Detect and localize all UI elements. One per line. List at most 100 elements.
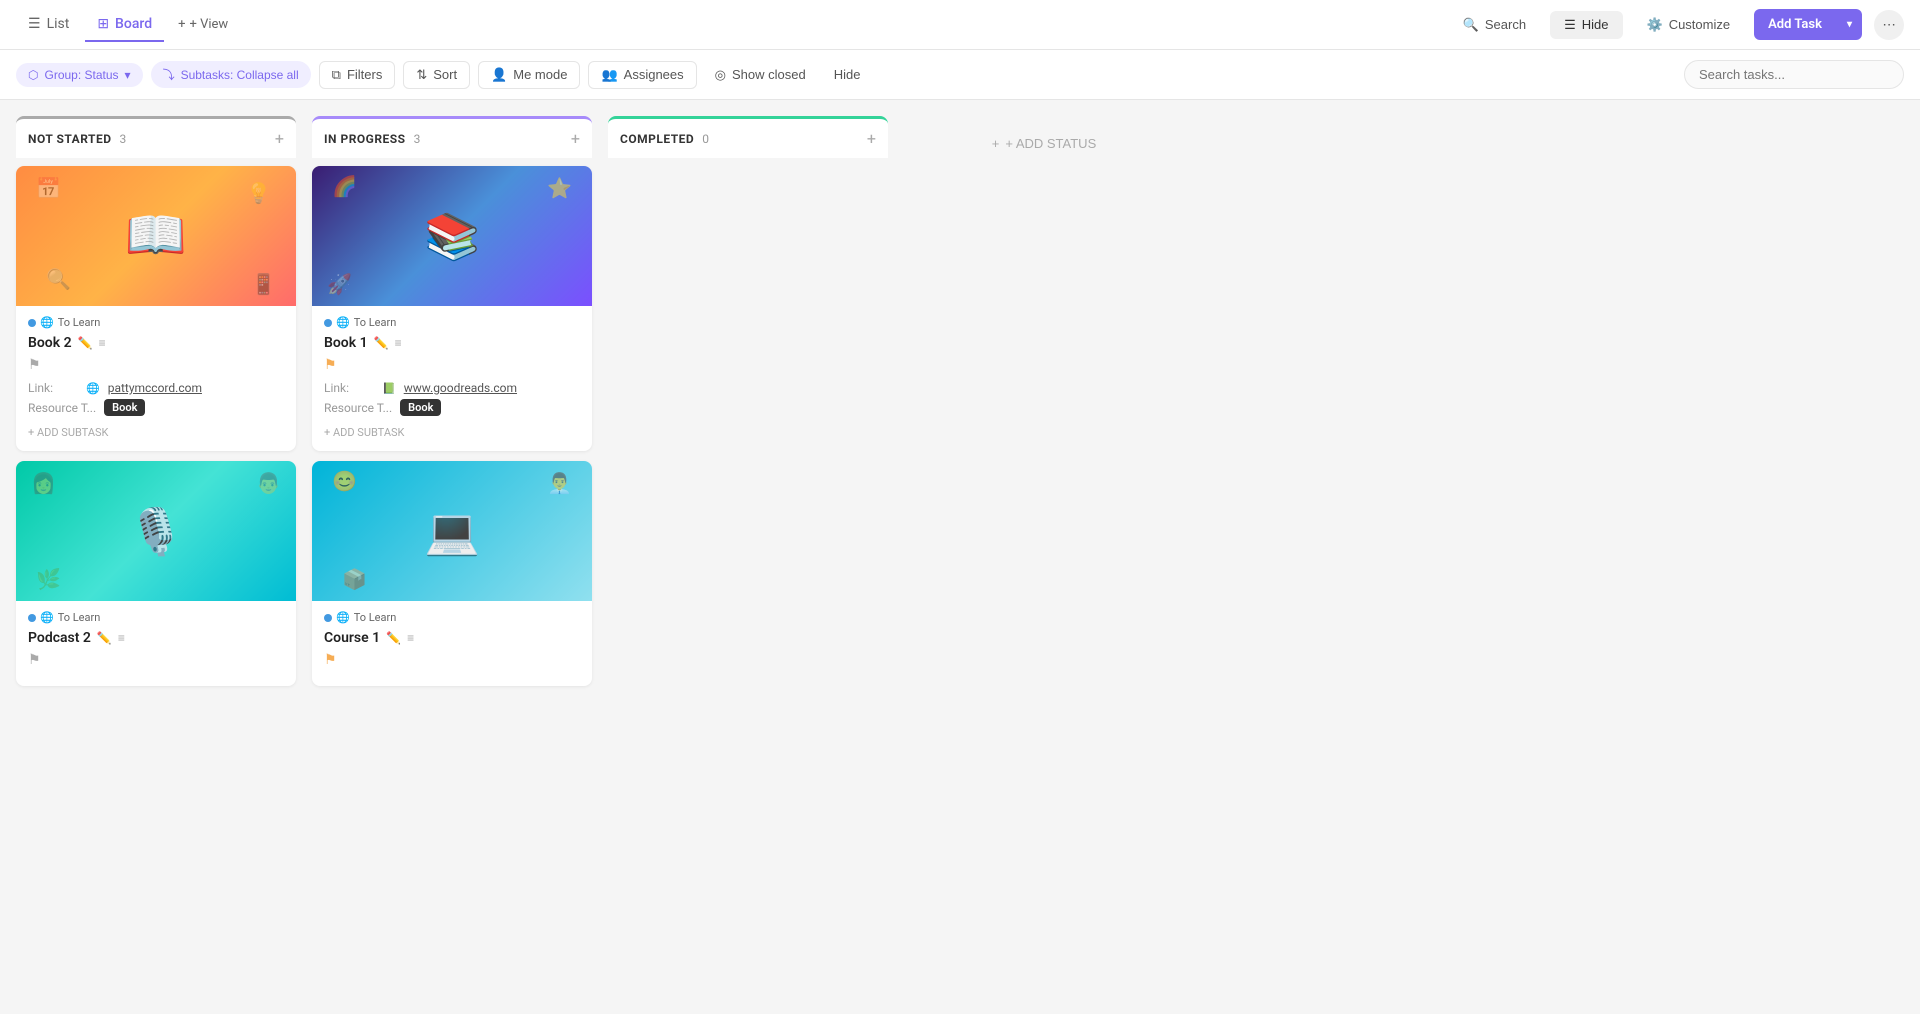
card-book1-tags: 🌐 To Learn bbox=[324, 316, 580, 329]
card-book2-image: 📖 📅 💡 🔍 📱 bbox=[16, 166, 296, 306]
add-view-button[interactable]: + + View bbox=[168, 11, 238, 38]
card-podcast2-flag: ⚑ bbox=[28, 652, 284, 668]
book2-flag-icon: ⚑ bbox=[28, 357, 41, 373]
search-tasks-input[interactable] bbox=[1684, 60, 1904, 89]
completed-cards bbox=[608, 158, 888, 174]
assignees-button[interactable]: 👥 Assignees bbox=[588, 61, 696, 89]
book1-add-subtask[interactable]: + ADD SUBTASK bbox=[324, 424, 580, 441]
filters-button[interactable]: ⧉ Filters bbox=[319, 61, 396, 89]
add-card-not-started-icon[interactable]: + bbox=[275, 129, 284, 148]
book2-more-icon[interactable]: ≡ bbox=[99, 336, 106, 350]
assignees-icon: 👥 bbox=[601, 67, 617, 83]
add-status-button[interactable]: + + ADD STATUS bbox=[972, 126, 1117, 161]
course1-more-icon[interactable]: ≡ bbox=[407, 631, 414, 645]
column-header-not-started: NOT STARTED 3 + bbox=[16, 116, 296, 158]
in-progress-count: 3 bbox=[414, 132, 421, 146]
card-book2-body: 🌐 To Learn Book 2 ✏️ ≡ ⚑ Link: 🌐 pat bbox=[16, 306, 296, 451]
add-view-label: + View bbox=[189, 17, 228, 32]
book2-resource-label: Resource T... bbox=[28, 401, 96, 415]
add-card-in-progress-icon[interactable]: + bbox=[571, 129, 580, 148]
hide-button[interactable]: ☰ Hide bbox=[1550, 11, 1622, 39]
book2-link-url[interactable]: pattymccord.com bbox=[108, 381, 202, 395]
sort-label: Sort bbox=[433, 67, 457, 82]
card-course1-image: 💻 😊 👨‍💼 📦 bbox=[312, 461, 592, 601]
podcast2-edit-icon[interactable]: ✏️ bbox=[97, 631, 112, 645]
book2-edit-icon[interactable]: ✏️ bbox=[78, 336, 93, 350]
sort-button[interactable]: ⇅ Sort bbox=[403, 61, 470, 89]
subtasks-chip[interactable]: ⤵ Subtasks: Collapse all bbox=[151, 61, 311, 88]
card-course1-body: 🌐 To Learn Course 1 ✏️ ≡ ⚑ bbox=[312, 601, 592, 686]
me-mode-label: Me mode bbox=[513, 67, 567, 82]
book1-title-text: Book 1 bbox=[324, 335, 368, 351]
card-book1-image: 📚 🌈 ⭐ 🚀 bbox=[312, 166, 592, 306]
not-started-count: 3 bbox=[120, 132, 127, 146]
column-header-completed: COMPLETED 0 + bbox=[608, 116, 888, 158]
search-button[interactable]: 🔍 Search bbox=[1451, 11, 1538, 39]
not-started-cards: 📖 📅 💡 🔍 📱 🌐 To Learn Book 2 ✏️ bbox=[16, 158, 296, 704]
card-book2-link: Link: 🌐 pattymccord.com bbox=[28, 381, 284, 395]
book1-more-icon[interactable]: ≡ bbox=[395, 336, 402, 350]
book1-emoji: 📚 bbox=[424, 210, 480, 263]
card-book1-link: Link: 📗 www.goodreads.com bbox=[324, 381, 580, 395]
book2-title-text: Book 2 bbox=[28, 335, 72, 351]
board-icon: ⊞ bbox=[97, 16, 109, 32]
card-book2[interactable]: 📖 📅 💡 🔍 📱 🌐 To Learn Book 2 ✏️ bbox=[16, 166, 296, 451]
course1-tag-text: To Learn bbox=[354, 611, 397, 624]
add-task-button[interactable]: Add Task ▾ bbox=[1754, 9, 1862, 40]
card-podcast2-title: Podcast 2 ✏️ ≡ bbox=[28, 630, 284, 646]
group-label: Group: Status bbox=[44, 68, 118, 82]
filter-icon: ⧉ bbox=[332, 67, 341, 83]
card-book1[interactable]: 📚 🌈 ⭐ 🚀 🌐 To Learn Book 1 ✏️ ≡ bbox=[312, 166, 592, 451]
book1-link-url[interactable]: www.goodreads.com bbox=[404, 381, 517, 395]
book1-link-globe-icon: 📗 bbox=[382, 382, 396, 395]
podcast2-tag-text: To Learn bbox=[58, 611, 101, 624]
podcast2-more-icon[interactable]: ≡ bbox=[118, 631, 125, 645]
me-mode-button[interactable]: 👤 Me mode bbox=[478, 61, 580, 89]
filters-label: Filters bbox=[347, 67, 382, 82]
book1-resource-badge: Book bbox=[400, 399, 441, 416]
c1deco1: 😊 bbox=[332, 469, 357, 493]
book2-add-subtask[interactable]: + ADD SUBTASK bbox=[28, 424, 284, 441]
podcast2-dot bbox=[28, 614, 36, 622]
group-icon: ⬡ bbox=[28, 68, 38, 82]
show-closed-button[interactable]: ◎ Show closed bbox=[705, 62, 816, 88]
not-started-title: NOT STARTED bbox=[28, 132, 112, 146]
group-status-chip[interactable]: ⬡ Group: Status ▾ bbox=[16, 63, 143, 87]
add-task-dropdown-icon[interactable]: ▾ bbox=[1837, 11, 1862, 38]
card-book2-resource: Resource T... Book bbox=[28, 399, 284, 416]
card-book2-title: Book 2 ✏️ ≡ bbox=[28, 335, 284, 351]
add-status-column: + + ADD STATUS bbox=[904, 116, 1184, 161]
add-task-label: Add Task bbox=[1754, 9, 1836, 40]
course1-edit-icon[interactable]: ✏️ bbox=[386, 631, 401, 645]
customize-button[interactable]: ⚙️ Customize bbox=[1635, 11, 1743, 39]
toolbar-hide-button[interactable]: Hide bbox=[824, 62, 871, 87]
c1deco2: 👨‍💼 bbox=[547, 471, 572, 495]
card-book1-body: 🌐 To Learn Book 1 ✏️ ≡ ⚑ Link: 📗 www bbox=[312, 306, 592, 451]
card-podcast2[interactable]: 🎙️ 👩 👨 🌿 🌐 To Learn Podcast 2 ✏️ ≡ bbox=[16, 461, 296, 686]
plus-icon: + bbox=[992, 136, 1000, 151]
person-icon: 👤 bbox=[491, 67, 507, 83]
podcast2-tag-icon: 🌐 bbox=[40, 611, 54, 624]
b1deco3: 🚀 bbox=[327, 272, 352, 296]
tab-list[interactable]: ☰ List bbox=[16, 8, 81, 42]
book2-link-globe-icon: 🌐 bbox=[86, 382, 100, 395]
column-completed: COMPLETED 0 + bbox=[608, 116, 888, 174]
card-course1[interactable]: 💻 😊 👨‍💼 📦 🌐 To Learn Course 1 ✏️ ≡ bbox=[312, 461, 592, 686]
hide-label: Hide bbox=[1582, 17, 1609, 32]
book1-edit-icon[interactable]: ✏️ bbox=[374, 336, 389, 350]
board-area: NOT STARTED 3 + 📖 📅 💡 🔍 📱 🌐 bbox=[0, 100, 1920, 1014]
b1deco1: 🌈 bbox=[332, 174, 357, 198]
tab-board[interactable]: ⊞ Board bbox=[85, 8, 164, 42]
more-options-button[interactable]: ⋯ bbox=[1874, 10, 1904, 40]
in-progress-cards: 📚 🌈 ⭐ 🚀 🌐 To Learn Book 1 ✏️ ≡ bbox=[312, 158, 592, 704]
deco2: 💡 bbox=[246, 181, 271, 205]
p2deco1: 👩 bbox=[31, 471, 56, 495]
course1-title-text: Course 1 bbox=[324, 630, 380, 646]
book1-link-label: Link: bbox=[324, 381, 374, 395]
column-header-in-progress: IN PROGRESS 3 + bbox=[312, 116, 592, 158]
toolbar-hide-label: Hide bbox=[834, 67, 861, 82]
book1-resource-label: Resource T... bbox=[324, 401, 392, 415]
deco3: 🔍 bbox=[46, 267, 71, 291]
add-card-completed-icon[interactable]: + bbox=[867, 129, 876, 148]
sort-icon: ⇅ bbox=[416, 67, 427, 83]
